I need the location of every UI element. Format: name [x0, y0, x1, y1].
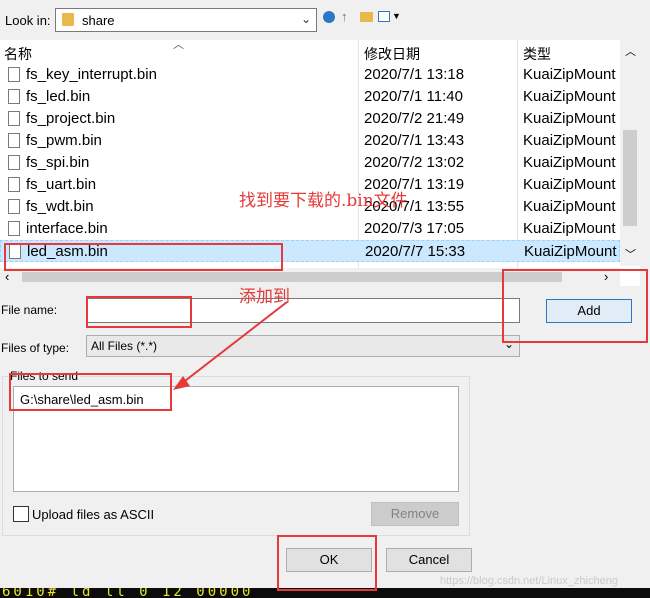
annotation-arrow	[173, 301, 288, 390]
